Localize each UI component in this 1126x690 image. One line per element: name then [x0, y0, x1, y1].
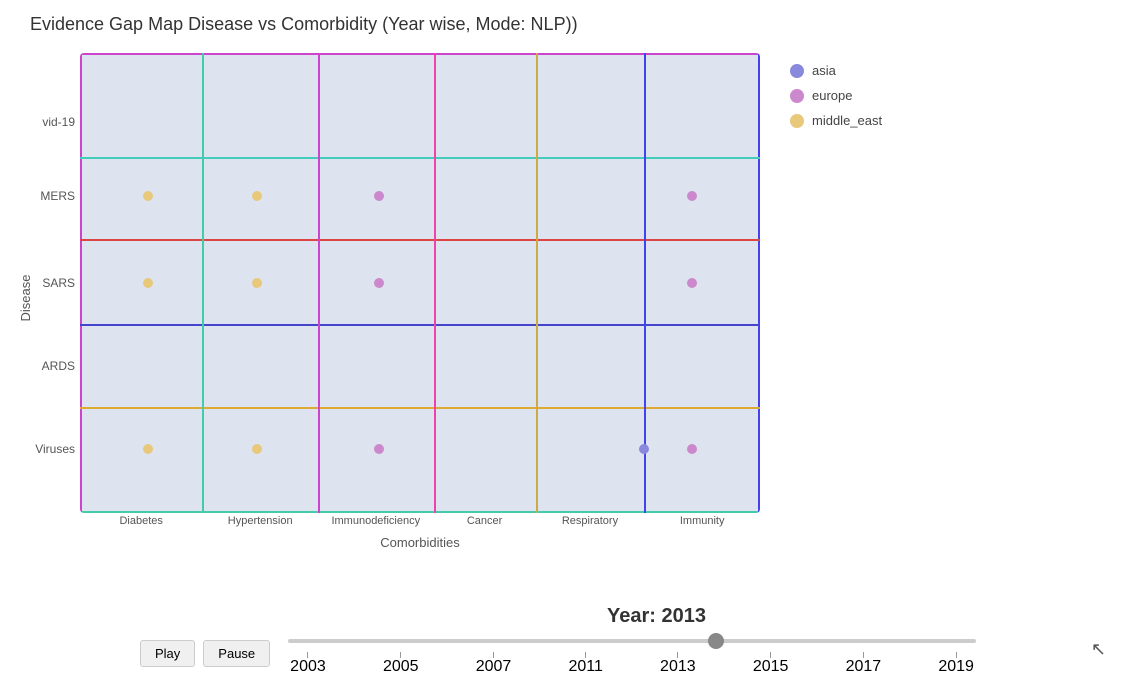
legend-label-middleeast: middle_east	[812, 113, 882, 128]
bottom-section: Year: 2013 Play Pause 2003 2005	[0, 605, 1126, 690]
slider-ticks: 2003 2005 2007 2011	[288, 652, 976, 676]
tick-2005: 2005	[383, 652, 419, 676]
border-right	[758, 53, 760, 513]
dot-sars-immunity-europe	[687, 278, 697, 288]
dot-mers-immunodeficiency-europe	[374, 191, 384, 201]
col-line-2	[318, 53, 320, 513]
dot-viruses-immunity-europe	[687, 444, 697, 454]
tick-label-2003: 2003	[290, 658, 326, 676]
legend-dot-europe	[790, 89, 804, 103]
y-label-viruses: Viruses	[35, 442, 75, 456]
tick-label-2011: 2011	[568, 658, 602, 676]
dot-mers-hypertension-middleeast	[252, 191, 262, 201]
row-line-4	[80, 407, 760, 409]
x-labels: Diabetes Hypertension Immunodeficiency C…	[80, 515, 760, 527]
legend-label-asia: asia	[812, 63, 836, 78]
y-labels: vid-19 MERS SARS ARDS Viruses	[30, 53, 80, 513]
x-label-cancer: Cancer	[434, 515, 536, 527]
row-line-1	[80, 157, 760, 159]
tick-label-2019: 2019	[938, 658, 974, 676]
x-axis-title: Comorbidities	[80, 535, 760, 550]
dot-mers-immunity-europe	[687, 191, 697, 201]
legend-item-middleeast: middle_east	[790, 113, 882, 128]
play-button[interactable]: Play	[140, 640, 195, 667]
chart-title: Evidence Gap Map Disease vs Comorbidity …	[0, 0, 1126, 43]
dot-viruses-diabetes-middleeast	[143, 444, 153, 454]
page-container: Evidence Gap Map Disease vs Comorbidity …	[0, 0, 1126, 690]
dot-viruses-immunodeficiency-europe	[374, 444, 384, 454]
dot-sars-immunodeficiency-europe	[374, 278, 384, 288]
dot-viruses-hypertension-middleeast	[252, 444, 262, 454]
tick-label-2005: 2005	[383, 658, 419, 676]
cursor-icon: ↖	[1091, 639, 1106, 660]
dot-sars-hypertension-middleeast	[252, 278, 262, 288]
legend-item-europe: europe	[790, 88, 882, 103]
dot-mers-diabetes-middleeast	[143, 191, 153, 201]
tick-label-2015: 2015	[753, 658, 789, 676]
tick-2015: 2015	[753, 652, 789, 676]
tick-label-2017: 2017	[846, 658, 882, 676]
chart-wrapper: Disease vid-19 MERS SARS ARDS Viruses	[30, 43, 770, 553]
chart-area: Disease vid-19 MERS SARS ARDS Viruses	[0, 43, 1126, 553]
y-label-sars: SARS	[42, 276, 75, 290]
tick-2007: 2007	[476, 652, 512, 676]
row-line-3	[80, 324, 760, 326]
dot-sars-diabetes-middleeast	[143, 278, 153, 288]
tick-2019: 2019	[938, 652, 974, 676]
tick-2013: 2013	[660, 652, 696, 676]
y-label-covid19: vid-19	[42, 115, 75, 129]
tick-2003: 2003	[290, 652, 326, 676]
col-line-3	[434, 53, 436, 513]
controls-row: Play Pause 2003 2005 2007	[0, 630, 1126, 676]
pause-button[interactable]: Pause	[203, 640, 270, 667]
border-bottom	[80, 511, 760, 513]
col-line-4	[536, 53, 538, 513]
y-label-mers: MERS	[40, 189, 75, 203]
y-label-ards: ARDS	[42, 359, 75, 373]
legend-dot-middleeast	[790, 114, 804, 128]
x-label-diabetes: Diabetes	[80, 515, 202, 527]
x-label-respiratory: Respiratory	[536, 515, 645, 527]
x-label-immunodeficiency: Immunodeficiency	[318, 515, 434, 527]
chart-plot	[80, 53, 760, 513]
x-label-hypertension: Hypertension	[202, 515, 318, 527]
slider-container: 2003 2005 2007 2011	[288, 630, 976, 676]
year-display: Year: 2013	[0, 605, 1126, 628]
row-line-2	[80, 239, 760, 241]
legend-dot-asia	[790, 64, 804, 78]
tick-label-2013: 2013	[660, 658, 696, 676]
year-slider[interactable]	[288, 639, 976, 643]
legend: asia europe middle_east	[790, 43, 882, 553]
x-label-immunity: Immunity	[644, 515, 760, 527]
legend-label-europe: europe	[812, 88, 852, 103]
border-left	[80, 53, 82, 513]
tick-2011: 2011	[568, 652, 602, 676]
tick-label-2007: 2007	[476, 658, 512, 676]
dot-viruses-respiratory-asia	[639, 444, 649, 454]
col-line-1	[202, 53, 204, 513]
border-top	[80, 53, 760, 55]
legend-item-asia: asia	[790, 63, 882, 78]
tick-2017: 2017	[846, 652, 882, 676]
